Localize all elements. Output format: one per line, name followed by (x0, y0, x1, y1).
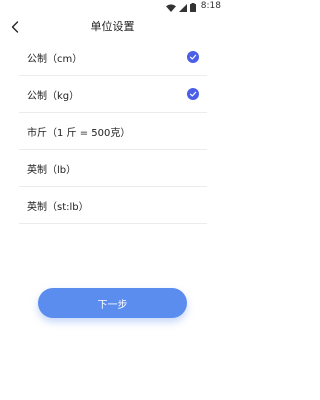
unit-option-cm[interactable]: 公制（cm） (19, 39, 207, 76)
option-label: 公制（kg） (27, 90, 80, 102)
option-label: 英制（lb） (27, 164, 77, 176)
next-step-button[interactable]: 下一步 (38, 288, 187, 318)
status-bar: 8:18 (0, 0, 225, 12)
checkmark-icon (187, 51, 199, 63)
unit-option-jin[interactable]: 市斤（1 斤 = 500克） (19, 113, 207, 150)
option-label: 公制（cm） (27, 53, 83, 65)
option-label: 英制（st:lb） (27, 201, 89, 213)
header: 单位设置 (0, 14, 225, 40)
status-icons: 8:18 (165, 1, 221, 12)
unit-option-kg[interactable]: 公制（kg） (19, 76, 207, 113)
status-time: 8:18 (200, 1, 221, 11)
unit-option-st-lb[interactable]: 英制（st:lb） (19, 187, 207, 224)
unit-options-list: 公制（cm） 公制（kg） 市斤（1 斤 = 500克） 英制（lb） 英制（s… (19, 39, 207, 224)
page-title: 单位设置 (90, 20, 135, 33)
checkmark-icon (187, 88, 199, 100)
option-label: 市斤（1 斤 = 500克） (27, 127, 131, 139)
unit-option-lb[interactable]: 英制（lb） (19, 150, 207, 187)
